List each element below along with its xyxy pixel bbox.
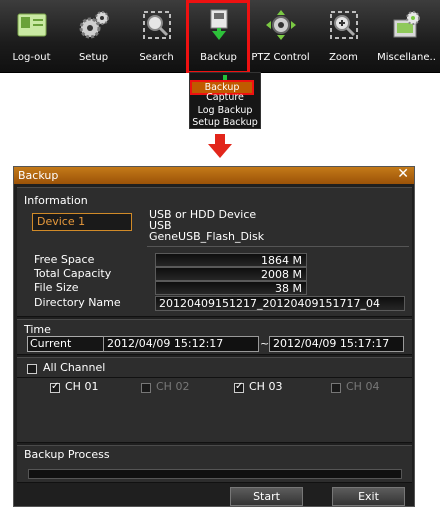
backup-dialog: Backup ✕ Information Device 1 USB or HDD… [13,166,415,507]
ch04-label: CH 04 [346,380,380,393]
menu-item-log-backup[interactable]: Log Backup [190,105,260,116]
menu-item-setup-backup[interactable]: Setup Backup [190,117,260,128]
total-capacity-label: Total Capacity [34,267,112,280]
file-size-label: File Size [34,281,79,294]
exit-button[interactable]: Exit [332,487,405,506]
ch02-label: CH 02 [156,380,190,393]
ch02-checkbox[interactable] [141,383,151,393]
start-button[interactable]: Start [230,487,303,506]
down-arrow-icon [208,144,232,158]
free-space-label: Free Space [34,253,95,266]
logout-card-icon [15,8,49,42]
close-icon[interactable]: ✕ [397,166,409,182]
search-icon [140,8,174,42]
toolbar-ptz-button[interactable]: PTZ Control [249,0,312,72]
down-arrow-stem [215,134,225,144]
zoom-icon [327,8,361,42]
toolbar-misc-button[interactable]: Miscellane.. [373,0,440,72]
all-channel-checkbox[interactable] [27,364,37,374]
time-mode-value: Current [30,337,72,350]
all-channel-label: All Channel [43,361,106,374]
backup-progress-bar [28,469,402,479]
time-separator: ~ [260,337,270,350]
free-space-value: 1864 M [155,253,307,267]
toolbar-selection-highlight [186,0,250,73]
device-line-3: GeneUSB_Flash_Disk [149,230,265,243]
device-select-value: Device 1 [37,215,86,228]
ch03-checkbox[interactable] [234,381,244,393]
ch01-label: CH 01 [65,380,99,393]
device-select[interactable]: Device 1 [32,213,132,231]
start-time-field[interactable]: 2012/04/09 15:12:17 [103,336,259,352]
total-capacity-value: 2008 M [155,267,307,281]
end-time-field[interactable]: 2012/04/09 15:17:17 [269,336,404,352]
toolbar-search-button[interactable]: Search [125,0,188,72]
backup-process-header: Backup Process [24,448,110,461]
gears-icon [77,8,111,42]
directory-name-label: Directory Name [34,296,121,309]
menu-item-capture[interactable]: Capture [190,92,260,103]
ch03-label: CH 03 [249,380,283,393]
toolbar-logout-button[interactable]: Log-out [0,0,63,72]
ptz-camera-icon [264,8,298,42]
time-header: Time [24,323,51,336]
toolbar-setup-label: Setup [78,52,109,63]
toolbar-misc-label: Miscellane.. [377,52,436,63]
toolbar-logout-label: Log-out [12,52,51,63]
ch01-checkbox[interactable] [50,381,60,393]
dialog-title: Backup [18,169,59,182]
dialog-titlebar: Backup ✕ [14,166,414,184]
information-header: Information [24,194,88,207]
backup-dropdown-menu: Backup Capture Log Backup Setup Backup [189,72,261,129]
file-size-value: 38 M [155,281,307,295]
toolbar-setup-button[interactable]: Setup [62,0,125,72]
toolbar-search-label: Search [139,52,174,63]
ch04-checkbox[interactable] [331,383,341,393]
time-mode-select[interactable]: Current [27,336,104,352]
toolbar-zoom-label: Zoom [329,52,358,63]
main-toolbar: Log-out Setup Search Backup PTZ Control … [0,0,440,73]
toolbar-ptz-label: PTZ Control [251,52,310,63]
info-separator [147,246,409,247]
toolbar-zoom-button[interactable]: Zoom [312,0,375,72]
directory-name-value: 20120409151217_20120409151717_04 [155,296,405,311]
channel-divider [17,377,412,378]
misc-icon [390,8,424,42]
